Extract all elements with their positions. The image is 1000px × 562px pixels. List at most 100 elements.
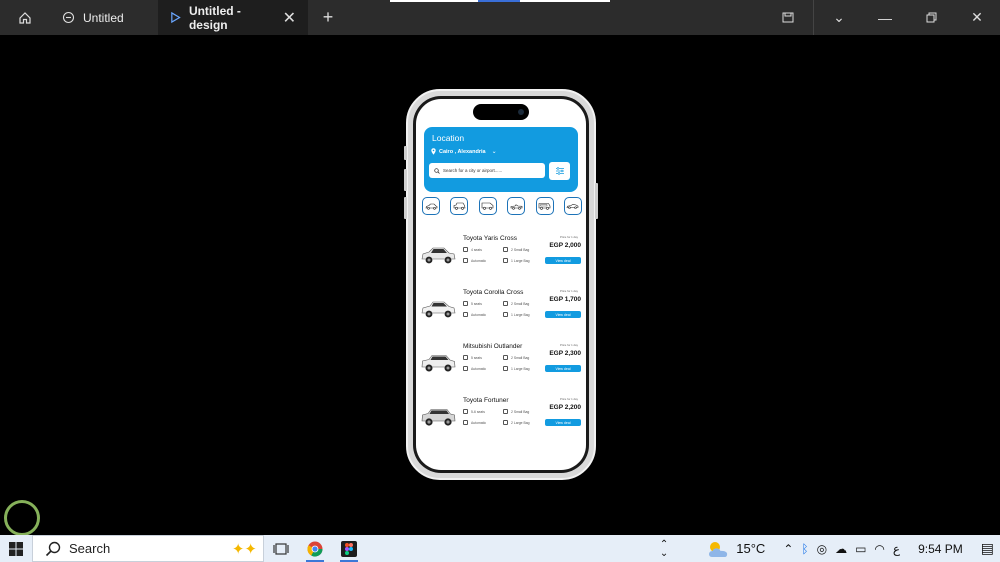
category-convertible[interactable] — [507, 197, 526, 215]
large-bag-spec: 1 Large Bag — [503, 258, 529, 263]
minimize-icon: — — [878, 9, 892, 26]
meet-icon[interactable]: ◎ — [817, 542, 827, 556]
view-deal-button[interactable]: View deal — [545, 311, 581, 318]
location-selector[interactable]: Cairo , Alexandria ⌄ — [431, 148, 497, 155]
tab-label: Untitled — [83, 10, 124, 25]
start-button[interactable] — [0, 535, 32, 562]
tab-untitled[interactable]: Untitled — [50, 0, 158, 35]
car-name: Toyota Corolla Cross — [463, 289, 524, 296]
dropdown-button[interactable]: ⌄ — [816, 0, 862, 35]
new-tab-button[interactable]: + — [308, 0, 348, 35]
seats-spec: 5 seats — [463, 301, 482, 306]
filter-icon — [555, 167, 564, 175]
close-window-button[interactable]: ✕ — [954, 0, 1000, 35]
language-indicator[interactable]: ع — [893, 542, 900, 556]
car-price: EGP 2,000 — [549, 242, 581, 249]
taskbar-search[interactable]: Search ✦✦ — [32, 535, 264, 562]
layout-button[interactable] — [765, 0, 811, 35]
large-bag-spec: 1 Large Bag — [503, 366, 529, 371]
battery-icon[interactable]: ▭ — [855, 542, 866, 556]
wifi-icon[interactable]: ◠ — [874, 542, 884, 556]
close-tab-icon[interactable]: ✕ — [283, 8, 296, 28]
category-van[interactable] — [478, 197, 497, 215]
category-minibus[interactable] — [535, 197, 554, 215]
sedan-icon — [425, 203, 437, 210]
category-suv[interactable] — [450, 197, 469, 215]
small-bag-spec: 2 Small Bag — [503, 247, 529, 252]
restore-button[interactable] — [908, 0, 954, 35]
minimize-button[interactable]: — — [862, 0, 908, 35]
dynamic-island — [473, 104, 529, 120]
watermark-logo — [4, 500, 40, 536]
minibus-icon — [538, 203, 551, 210]
car-image — [421, 409, 456, 426]
chevron-down-icon: ⌄ — [491, 149, 497, 155]
filter-button[interactable] — [549, 162, 570, 180]
sparkle-icon: ✦✦ — [231, 541, 257, 558]
convertible-icon — [510, 203, 522, 210]
tab-untitled-design[interactable]: Untitled - design ✕ — [158, 0, 308, 35]
view-deal-button[interactable]: View deal — [545, 419, 581, 426]
phone-frame: Location Cairo , Alexandria ⌄ Search for… — [404, 89, 598, 480]
transmission-spec: Automatic — [463, 312, 486, 317]
car-card[interactable]: Toyota Corolla Cross 5 seats 2 Small Bag… — [420, 289, 584, 335]
transmission-spec: Automatic — [463, 420, 486, 425]
car-price: EGP 2,200 — [549, 404, 581, 411]
weather-widget[interactable]: 15°C — [706, 540, 765, 558]
car-price: EGP 2,300 — [549, 350, 581, 357]
home-icon — [19, 11, 31, 24]
luggage-icon — [503, 420, 508, 425]
task-view-button[interactable] — [264, 535, 298, 562]
car-name: Toyota Fortuner — [463, 397, 509, 404]
car-card[interactable]: Toyota Fortuner 5-6 seats 2 Small Bag Au… — [420, 397, 584, 443]
person-icon — [463, 409, 468, 414]
figma-icon — [341, 540, 357, 557]
gear-icon — [463, 420, 468, 425]
gear-icon — [463, 258, 468, 263]
large-bag-spec: 2 Large Bag — [503, 420, 529, 425]
category-sedan[interactable] — [422, 197, 440, 215]
suv-icon — [453, 202, 466, 210]
category-sports[interactable] — [563, 197, 582, 215]
bag-icon — [503, 301, 508, 306]
van-icon — [481, 202, 494, 210]
clock[interactable]: 9:54 PM — [918, 542, 963, 556]
windows-logo-icon — [9, 541, 23, 556]
price-label: Price for 1 day — [559, 235, 578, 239]
restore-icon — [926, 12, 936, 23]
home-button[interactable] — [0, 0, 50, 35]
small-bag-spec: 2 Small Bag — [503, 355, 529, 360]
seats-spec: 5-6 seats — [463, 409, 485, 414]
car-price: EGP 1,700 — [549, 296, 581, 303]
view-deal-button[interactable]: View deal — [545, 257, 581, 264]
car-card[interactable]: Mitsubishi Outlander 5 seats 2 Small Bag… — [420, 343, 584, 389]
search-input[interactable]: Search for a city or airport...... — [429, 163, 545, 178]
file-icon — [62, 11, 75, 24]
car-card[interactable]: Toyota Yaris Cross 4 seats 2 Small Bag A… — [420, 235, 584, 281]
onedrive-icon[interactable]: ☁ — [835, 542, 847, 556]
luggage-icon — [503, 258, 508, 263]
location-value: Cairo , Alexandria — [439, 148, 486, 155]
scroll-arrows-icon[interactable]: ⌃ ⌄ — [660, 539, 668, 558]
progress-strip — [390, 0, 610, 2]
category-row — [422, 197, 582, 215]
bag-icon — [503, 247, 508, 252]
chevron-up-icon[interactable]: ⌃ — [783, 542, 793, 556]
figma-app[interactable] — [332, 535, 366, 562]
view-deal-button[interactable]: View deal — [545, 365, 581, 372]
chrome-icon — [307, 541, 323, 557]
cloud-sun-icon — [709, 541, 728, 557]
person-icon — [463, 355, 468, 360]
taskbar: Search ✦✦ ⌃ ⌄ 15°C ⌃ ᛒ ◎ ☁ ▭ ◠ ع 9:54 PM … — [0, 535, 1000, 562]
price-label: Price for 1 day — [559, 397, 578, 401]
bluetooth-icon[interactable]: ᛒ — [801, 542, 808, 556]
person-icon — [463, 301, 468, 306]
notification-icon[interactable]: ▤ — [981, 540, 994, 557]
search-label: Search — [69, 541, 111, 556]
location-pin-icon — [431, 148, 436, 155]
system-tray: ⌃ ⌄ 15°C ⌃ ᛒ ◎ ☁ ▭ ◠ ع 9:54 PM ▤ — [660, 535, 1000, 562]
chrome-app[interactable] — [298, 535, 332, 562]
tab-label: Untitled - design — [188, 3, 241, 32]
task-view-icon — [273, 542, 289, 555]
sports-car-icon — [567, 203, 579, 209]
